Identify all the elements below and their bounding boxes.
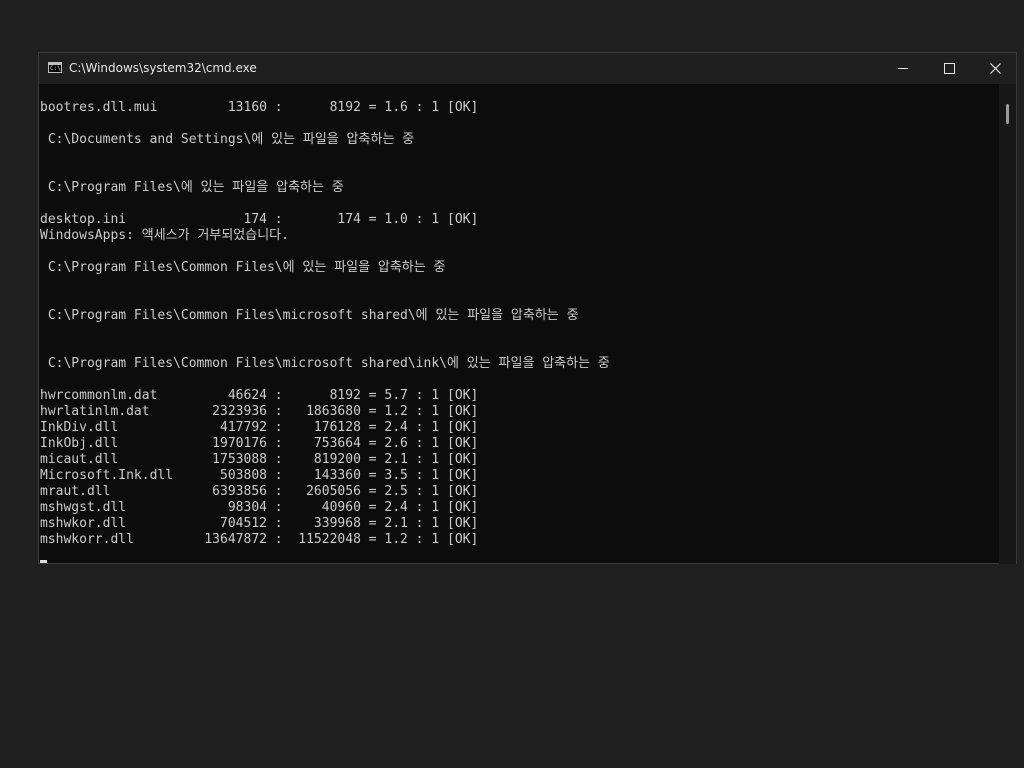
console-line: mraut.dll 6393856 : 2605056 = 2.5 : 1 [O… [40, 484, 479, 499]
console-line: C:\Documents and Settings\에 있는 파일을 압축하는 … [40, 132, 415, 147]
cmd-window: C:\ C:\Windows\system32\cmd.exe bootres.… [38, 52, 1017, 564]
title-bar[interactable]: C:\ C:\Windows\system32\cmd.exe [39, 53, 1016, 84]
console-line: Microsoft.Ink.dll 503808 : 143360 = 3.5 … [40, 468, 479, 483]
console-line: C:\Program Files\Common Files\에 있는 파일을 압… [40, 260, 446, 275]
console-line: mshwgst.dll 98304 : 40960 = 2.4 : 1 [OK] [40, 500, 479, 515]
console-line: C:\Program Files\Common Files\microsoft … [40, 356, 610, 371]
console-line: C:\Program Files\Common Files\microsoft … [40, 308, 579, 323]
console-line: bootres.dll.mui 13160 : 8192 = 1.6 : 1 [… [40, 100, 479, 115]
console-line: InkDiv.dll 417792 : 176128 = 2.4 : 1 [OK… [40, 420, 479, 435]
maximize-button[interactable] [926, 53, 972, 84]
console-line: mshwkorr.dll 13647872 : 11522048 = 1.2 :… [40, 532, 479, 547]
minimize-button[interactable] [880, 53, 926, 84]
console-line: InkObj.dll 1970176 : 753664 = 2.6 : 1 [O… [40, 436, 479, 451]
console-line: WindowsApps: 액세스가 거부되었습니다. [40, 228, 289, 243]
vertical-scrollbar[interactable] [999, 84, 1016, 564]
cmd-icon-label: C:\ [50, 65, 61, 72]
console-line: hwrlatinlm.dat 2323936 : 1863680 = 1.2 :… [40, 404, 479, 419]
close-icon [989, 63, 1001, 74]
console-line: mshwkor.dll 704512 : 339968 = 2.1 : 1 [O… [40, 516, 479, 531]
close-button[interactable] [972, 53, 1018, 84]
text-cursor [40, 560, 47, 563]
console-line: hwrcommonlm.dat 46624 : 8192 = 5.7 : 1 [… [40, 388, 479, 403]
window-title: C:\Windows\system32\cmd.exe [69, 61, 257, 75]
console-line: C:\Program Files\에 있는 파일을 압축하는 중 [40, 180, 344, 195]
cmd-icon[interactable]: C:\ [48, 62, 62, 73]
console-output[interactable]: bootres.dll.mui 13160 : 8192 = 1.6 : 1 [… [39, 84, 999, 564]
console-line: micaut.dll 1753088 : 819200 = 2.1 : 1 [O… [40, 452, 479, 467]
scrollbar-thumb[interactable] [1006, 104, 1009, 124]
console-line: desktop.ini 174 : 174 = 1.0 : 1 [OK] [40, 212, 479, 227]
